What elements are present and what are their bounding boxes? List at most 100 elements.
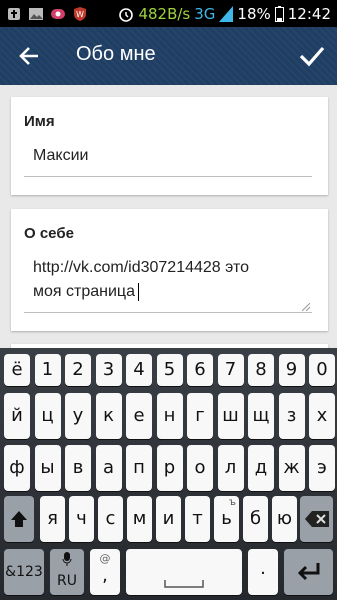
- network-type: 3G: [194, 4, 216, 23]
- key[interactable]: р: [156, 445, 183, 491]
- keyboard: ё1234567890 йцукенгшщзх фывапролджэ ячсм…: [0, 348, 337, 600]
- key[interactable]: с: [98, 496, 123, 542]
- key[interactable]: ш: [217, 393, 244, 439]
- key-label: щ: [252, 405, 270, 426]
- clock: 12:42: [287, 4, 331, 23]
- name-input[interactable]: Максии: [33, 144, 88, 168]
- key[interactable]: б: [243, 496, 268, 542]
- key[interactable]: 1: [34, 354, 61, 386]
- key[interactable]: в: [65, 445, 91, 491]
- key[interactable]: 0: [309, 354, 335, 386]
- key[interactable]: з: [278, 393, 305, 439]
- key[interactable]: ё: [4, 354, 30, 386]
- key[interactable]: л: [217, 445, 244, 491]
- check-icon[interactable]: [299, 44, 325, 68]
- backspace-key[interactable]: [300, 496, 333, 542]
- key[interactable]: т: [185, 496, 210, 542]
- key-label: 2: [72, 359, 84, 380]
- key-label: 4: [133, 359, 145, 380]
- space-bar-icon: [164, 580, 204, 588]
- key-label: о: [194, 457, 206, 478]
- key[interactable]: к: [95, 393, 122, 439]
- key[interactable]: э: [309, 445, 335, 491]
- name-label: Имя: [24, 113, 55, 130]
- key-label: я: [47, 508, 58, 529]
- key-label: 8: [255, 359, 267, 380]
- period-key[interactable]: .: [248, 549, 278, 595]
- key[interactable]: 2: [65, 354, 91, 386]
- key[interactable]: г: [187, 393, 213, 439]
- key[interactable]: 5: [156, 354, 183, 386]
- shift-key[interactable]: [4, 496, 34, 542]
- svg-text:W: W: [76, 10, 84, 19]
- key[interactable]: 3: [95, 354, 122, 386]
- key-label: у: [72, 405, 84, 426]
- key-label: 7: [224, 359, 237, 380]
- key[interactable]: ьъ: [214, 496, 239, 542]
- key-label: м: [132, 508, 147, 529]
- key-label: ц: [41, 405, 54, 426]
- key[interactable]: п: [126, 445, 152, 491]
- arrow-left-icon[interactable]: [18, 45, 40, 67]
- language-key[interactable]: RU: [50, 549, 84, 595]
- symbols-key-label: &123: [5, 564, 43, 580]
- key[interactable]: й: [4, 393, 30, 439]
- key-label: е: [133, 405, 145, 426]
- about-input[interactable]: http://vk.com/id307214428 это моя страни…: [33, 256, 249, 304]
- key-label: д: [254, 457, 268, 478]
- key-label: а: [102, 457, 115, 478]
- resize-handle-icon[interactable]: [302, 303, 310, 311]
- key[interactable]: у: [65, 393, 91, 439]
- key[interactable]: я: [40, 496, 65, 542]
- app-notification-icon: [51, 8, 65, 19]
- key-label: г: [195, 405, 205, 426]
- key[interactable]: щ: [248, 393, 274, 439]
- key[interactable]: и: [156, 496, 181, 542]
- key[interactable]: е: [126, 393, 152, 439]
- key[interactable]: 7: [217, 354, 244, 386]
- key[interactable]: 8: [248, 354, 274, 386]
- space-key[interactable]: [126, 549, 242, 595]
- key[interactable]: 4: [126, 354, 152, 386]
- key-label: и: [162, 508, 175, 529]
- key[interactable]: ы: [34, 445, 61, 491]
- comma-key[interactable]: @ ,: [90, 549, 120, 595]
- key-label: 5: [163, 359, 176, 380]
- key[interactable]: ю: [272, 496, 297, 542]
- key-label: 6: [194, 359, 206, 380]
- language-key-label: RU: [57, 573, 77, 589]
- alarm-icon: [119, 7, 134, 22]
- key[interactable]: о: [187, 445, 213, 491]
- battery-level: 18%: [237, 4, 271, 23]
- enter-key[interactable]: [284, 549, 333, 595]
- about-input-underline: [24, 312, 312, 313]
- key-label: т: [192, 508, 203, 529]
- key-label: в: [72, 457, 84, 478]
- image-icon: [29, 7, 43, 20]
- key[interactable]: н: [156, 393, 183, 439]
- key[interactable]: а: [95, 445, 122, 491]
- key[interactable]: ч: [69, 496, 94, 542]
- key[interactable]: ц: [34, 393, 61, 439]
- net-speed: 482B/s: [138, 4, 191, 23]
- key-label: п: [133, 457, 145, 478]
- key[interactable]: м: [127, 496, 152, 542]
- key-label: 0: [316, 359, 328, 380]
- key-label: б: [249, 508, 262, 529]
- key-label: р: [163, 457, 176, 478]
- key[interactable]: х: [309, 393, 335, 439]
- key[interactable]: ж: [278, 445, 305, 491]
- key-label: ё: [11, 359, 23, 380]
- key[interactable]: 6: [187, 354, 213, 386]
- key-label: ж: [283, 457, 300, 478]
- key[interactable]: ф: [4, 445, 30, 491]
- symbols-key[interactable]: &123: [4, 549, 44, 595]
- key-label: х: [316, 405, 328, 426]
- key-label: 3: [102, 359, 115, 380]
- key-label: с: [105, 508, 116, 529]
- status-bar: W 482B/s 3G 18% 12:42: [0, 0, 337, 27]
- key-label: н: [163, 405, 176, 426]
- key-label: з: [286, 405, 297, 426]
- key[interactable]: 9: [278, 354, 305, 386]
- key[interactable]: д: [248, 445, 274, 491]
